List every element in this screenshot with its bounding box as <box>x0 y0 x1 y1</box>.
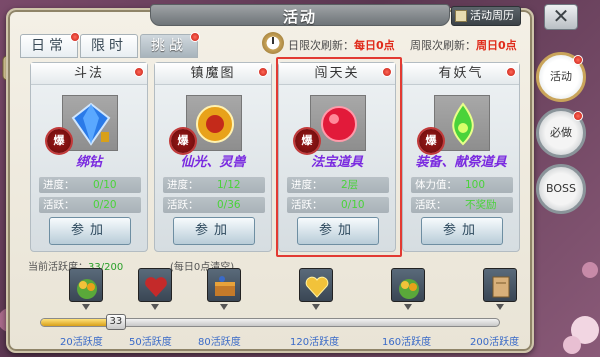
card-badge-doufa <box>134 67 144 77</box>
progress-value: 0/10 <box>93 179 117 191</box>
tab-challenge[interactable]: 挑战 <box>140 32 200 58</box>
join-button-doufa[interactable]: 参加 <box>49 217 131 245</box>
milestone-marker <box>220 304 228 310</box>
activity-value: 不奖励 <box>465 199 497 211</box>
side-tab-mustdo-label: 必做 <box>550 126 572 139</box>
side-tab-mustdo[interactable]: 必做 <box>536 108 586 158</box>
card-progress-row: 进度： 1/12 <box>163 177 265 193</box>
card-title: 有妖气 <box>403 63 519 85</box>
tab-daily-badge <box>70 32 80 42</box>
burst-badge: 爆 <box>171 129 195 153</box>
milestone-marker <box>82 304 90 310</box>
close-button[interactable]: ✕ <box>544 4 578 30</box>
milestone-label: 120活跃度 <box>290 337 340 348</box>
activity-label: 活跃： <box>415 199 447 211</box>
chest-icon[interactable] <box>207 268 241 302</box>
card-badge-zhenmotu <box>258 67 268 77</box>
activity-cards: 斗法 爆 绑钻 进度： 0/10 活跃： 0/20 参加 镇魔图 爆 仙光、灵兽… <box>30 62 520 252</box>
side-tab-activity-badge <box>573 55 583 65</box>
stamina-label: 体力值： <box>415 179 457 191</box>
activity-progress-knob: 33 <box>105 314 126 330</box>
daily-refresh: 日限次刷新：每日0点 <box>288 37 395 53</box>
activity-card-doufa: 斗法 爆 绑钻 进度： 0/10 活跃： 0/20 参加 <box>30 62 148 252</box>
weekly-refresh: 周限次刷新：周日0点 <box>410 37 517 53</box>
clock-icon <box>262 32 284 54</box>
card-stamina-row: 体力值： 100 <box>411 177 513 193</box>
treasure-bag-icon[interactable] <box>391 268 425 302</box>
stamina-value: 100 <box>465 179 486 191</box>
join-button-youyaoqi[interactable]: 参加 <box>421 217 503 245</box>
activity-label: 活跃： <box>167 199 199 211</box>
side-tab-activity[interactable]: 活动 <box>536 52 586 102</box>
weekly-refresh-value: 周日0点 <box>476 39 517 52</box>
progress-label: 进度： <box>43 179 75 191</box>
card-title: 镇魔图 <box>155 63 271 85</box>
milestone-marker <box>404 304 412 310</box>
weekly-refresh-label: 周限次刷新： <box>410 39 476 52</box>
calendar-icon <box>455 10 467 22</box>
milestone-label: 50活跃度 <box>129 337 172 348</box>
card-activity-row: 活跃： 0/36 <box>163 197 265 213</box>
milestone-marker <box>496 304 504 310</box>
heart-icon[interactable] <box>138 268 172 302</box>
activity-calendar-button[interactable]: 活动周历 <box>451 6 521 26</box>
daily-refresh-value: 每日0点 <box>354 39 395 52</box>
milestone-label: 20活跃度 <box>60 337 103 348</box>
card-activity-row: 活跃： 0/20 <box>39 197 141 213</box>
burst-badge: 爆 <box>419 129 443 153</box>
milestone-label: 200活跃度 <box>470 337 520 348</box>
activity-card-youyaoqi: 有妖气 爆 装备、献祭道具 体力值： 100 活跃： 不奖励 参加 <box>402 62 520 252</box>
tab-daily[interactable]: 日常 <box>20 32 80 58</box>
progress-value: 1/12 <box>217 179 241 191</box>
progress-label: 进度： <box>167 179 199 191</box>
activity-label: 活跃： <box>43 199 75 211</box>
milestone-label: 160活跃度 <box>382 337 432 348</box>
card-badge-youyaoqi <box>506 67 516 77</box>
selected-card-highlight <box>276 57 402 257</box>
tab-limited[interactable]: 限时 <box>80 34 138 58</box>
side-tab-activity-label: 活动 <box>550 70 572 83</box>
side-tab-boss[interactable]: BOSS <box>536 164 586 214</box>
window-title: 活动 <box>282 8 317 26</box>
treasure-bag-icon[interactable] <box>69 268 103 302</box>
tab-challenge-badge <box>190 32 200 42</box>
side-tab-mustdo-badge <box>573 111 583 121</box>
tab-challenge-label: 挑战 <box>151 38 187 54</box>
scroll-icon[interactable] <box>483 268 517 302</box>
milestone-label: 80活跃度 <box>198 337 241 348</box>
side-tab-boss-label: BOSS <box>546 182 576 195</box>
activity-value: 0/20 <box>93 199 117 211</box>
tab-limited-label: 限时 <box>91 38 127 54</box>
card-reward: 绑钻 <box>75 155 102 170</box>
milestone-rewards <box>0 268 540 310</box>
card-title: 斗法 <box>31 63 147 85</box>
card-reward: 装备、献祭道具 <box>415 155 507 170</box>
tab-daily-label: 日常 <box>31 38 67 54</box>
gold-heart-icon[interactable] <box>299 268 333 302</box>
card-reward: 仙光、灵兽 <box>180 155 246 170</box>
activity-value: 0/36 <box>217 199 241 211</box>
activity-calendar-label: 活动周历 <box>470 9 514 22</box>
activity-card-zhenmotu: 镇魔图 爆 仙光、灵兽 进度： 1/12 活跃： 0/36 参加 <box>154 62 272 252</box>
tab-bar: 日常 限时 挑战 <box>20 32 200 58</box>
daily-refresh-label: 日限次刷新： <box>288 39 354 52</box>
milestone-marker <box>312 304 320 310</box>
card-progress-row: 进度： 0/10 <box>39 177 141 193</box>
card-activity-row: 活跃： 不奖励 <box>411 197 513 213</box>
milestone-marker <box>151 304 159 310</box>
join-button-zhenmotu[interactable]: 参加 <box>173 217 255 245</box>
burst-badge: 爆 <box>47 129 71 153</box>
